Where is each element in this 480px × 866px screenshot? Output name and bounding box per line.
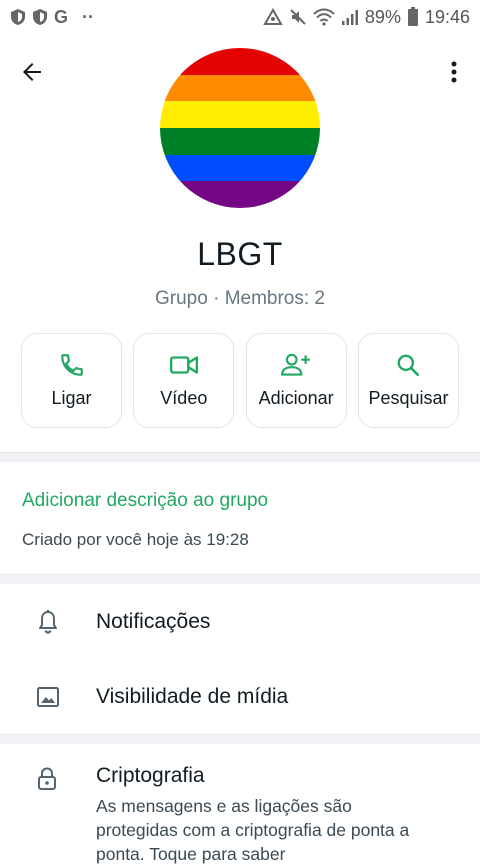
image-icon bbox=[34, 685, 62, 709]
search-label: Pesquisar bbox=[368, 388, 449, 408]
battery-icon bbox=[407, 7, 418, 26]
section-divider bbox=[0, 574, 480, 584]
search-button[interactable]: Pesquisar bbox=[357, 333, 459, 428]
avatar-stripe bbox=[160, 181, 320, 208]
group-subtitle: Grupo · Membros: 2 bbox=[155, 288, 325, 309]
avatar-stripe bbox=[160, 154, 320, 182]
wifi-icon bbox=[313, 8, 335, 26]
section-divider bbox=[0, 452, 480, 462]
section-divider bbox=[0, 734, 480, 744]
encryption-row[interactable]: Criptografia As mensagens e as ligações … bbox=[0, 760, 480, 864]
search-icon bbox=[398, 354, 420, 377]
avatar-stripe bbox=[160, 101, 320, 128]
hotspot-icon bbox=[263, 8, 283, 25]
call-label: Ligar bbox=[51, 388, 92, 408]
more-options-button[interactable] bbox=[442, 54, 466, 90]
notifications-label: Notificações bbox=[96, 610, 211, 633]
video-button[interactable]: Vídeo bbox=[133, 333, 235, 428]
google-icon: G bbox=[54, 6, 69, 27]
call-button[interactable]: Ligar bbox=[21, 333, 122, 428]
add-member-button[interactable]: Adicionar bbox=[245, 333, 347, 428]
status-left: G ·· bbox=[10, 7, 94, 28]
shield-icon bbox=[33, 9, 47, 25]
lock-icon bbox=[36, 766, 58, 797]
media-visibility-label: Visibilidade de mídia bbox=[96, 685, 289, 708]
media-visibility-row[interactable]: Visibilidade de mídia bbox=[0, 667, 480, 727]
battery-percent: 89% bbox=[364, 6, 401, 27]
group-name[interactable]: LBGT bbox=[0, 236, 480, 273]
phone-icon bbox=[60, 354, 83, 376]
video-label: Vídeo bbox=[160, 388, 208, 408]
mute-icon bbox=[290, 9, 306, 25]
signal-icon bbox=[341, 10, 358, 25]
add-person-icon bbox=[281, 353, 311, 376]
more-vert-icon bbox=[451, 61, 457, 83]
bell-icon bbox=[34, 609, 62, 635]
add-member-label: Adicionar bbox=[258, 388, 334, 408]
avatar-stripe bbox=[160, 127, 320, 155]
clock: 19:46 bbox=[424, 6, 470, 27]
group-avatar[interactable] bbox=[160, 48, 320, 208]
avatar-stripe bbox=[160, 74, 320, 102]
add-description-link[interactable]: Adicionar descrição ao grupo bbox=[22, 490, 268, 512]
video-icon bbox=[169, 356, 198, 374]
status-right: 89% 19:46 bbox=[263, 7, 470, 28]
action-buttons: Ligar Vídeo Adicionar Pesquisar bbox=[21, 333, 459, 429]
notifications-row[interactable]: Notificações bbox=[0, 592, 480, 652]
encryption-description: As mensagens e as ligações são protegida… bbox=[96, 796, 410, 864]
back-button[interactable] bbox=[14, 54, 50, 90]
more-dots-icon: ·· bbox=[82, 6, 95, 27]
encryption-title: Criptografia bbox=[96, 764, 205, 787]
status-bar: G ·· 89% 19:46 bbox=[0, 0, 480, 34]
arrow-back-icon bbox=[23, 63, 41, 81]
created-info: Criado por você hoje às 19:28 bbox=[22, 530, 249, 549]
shield-icon bbox=[11, 9, 25, 25]
